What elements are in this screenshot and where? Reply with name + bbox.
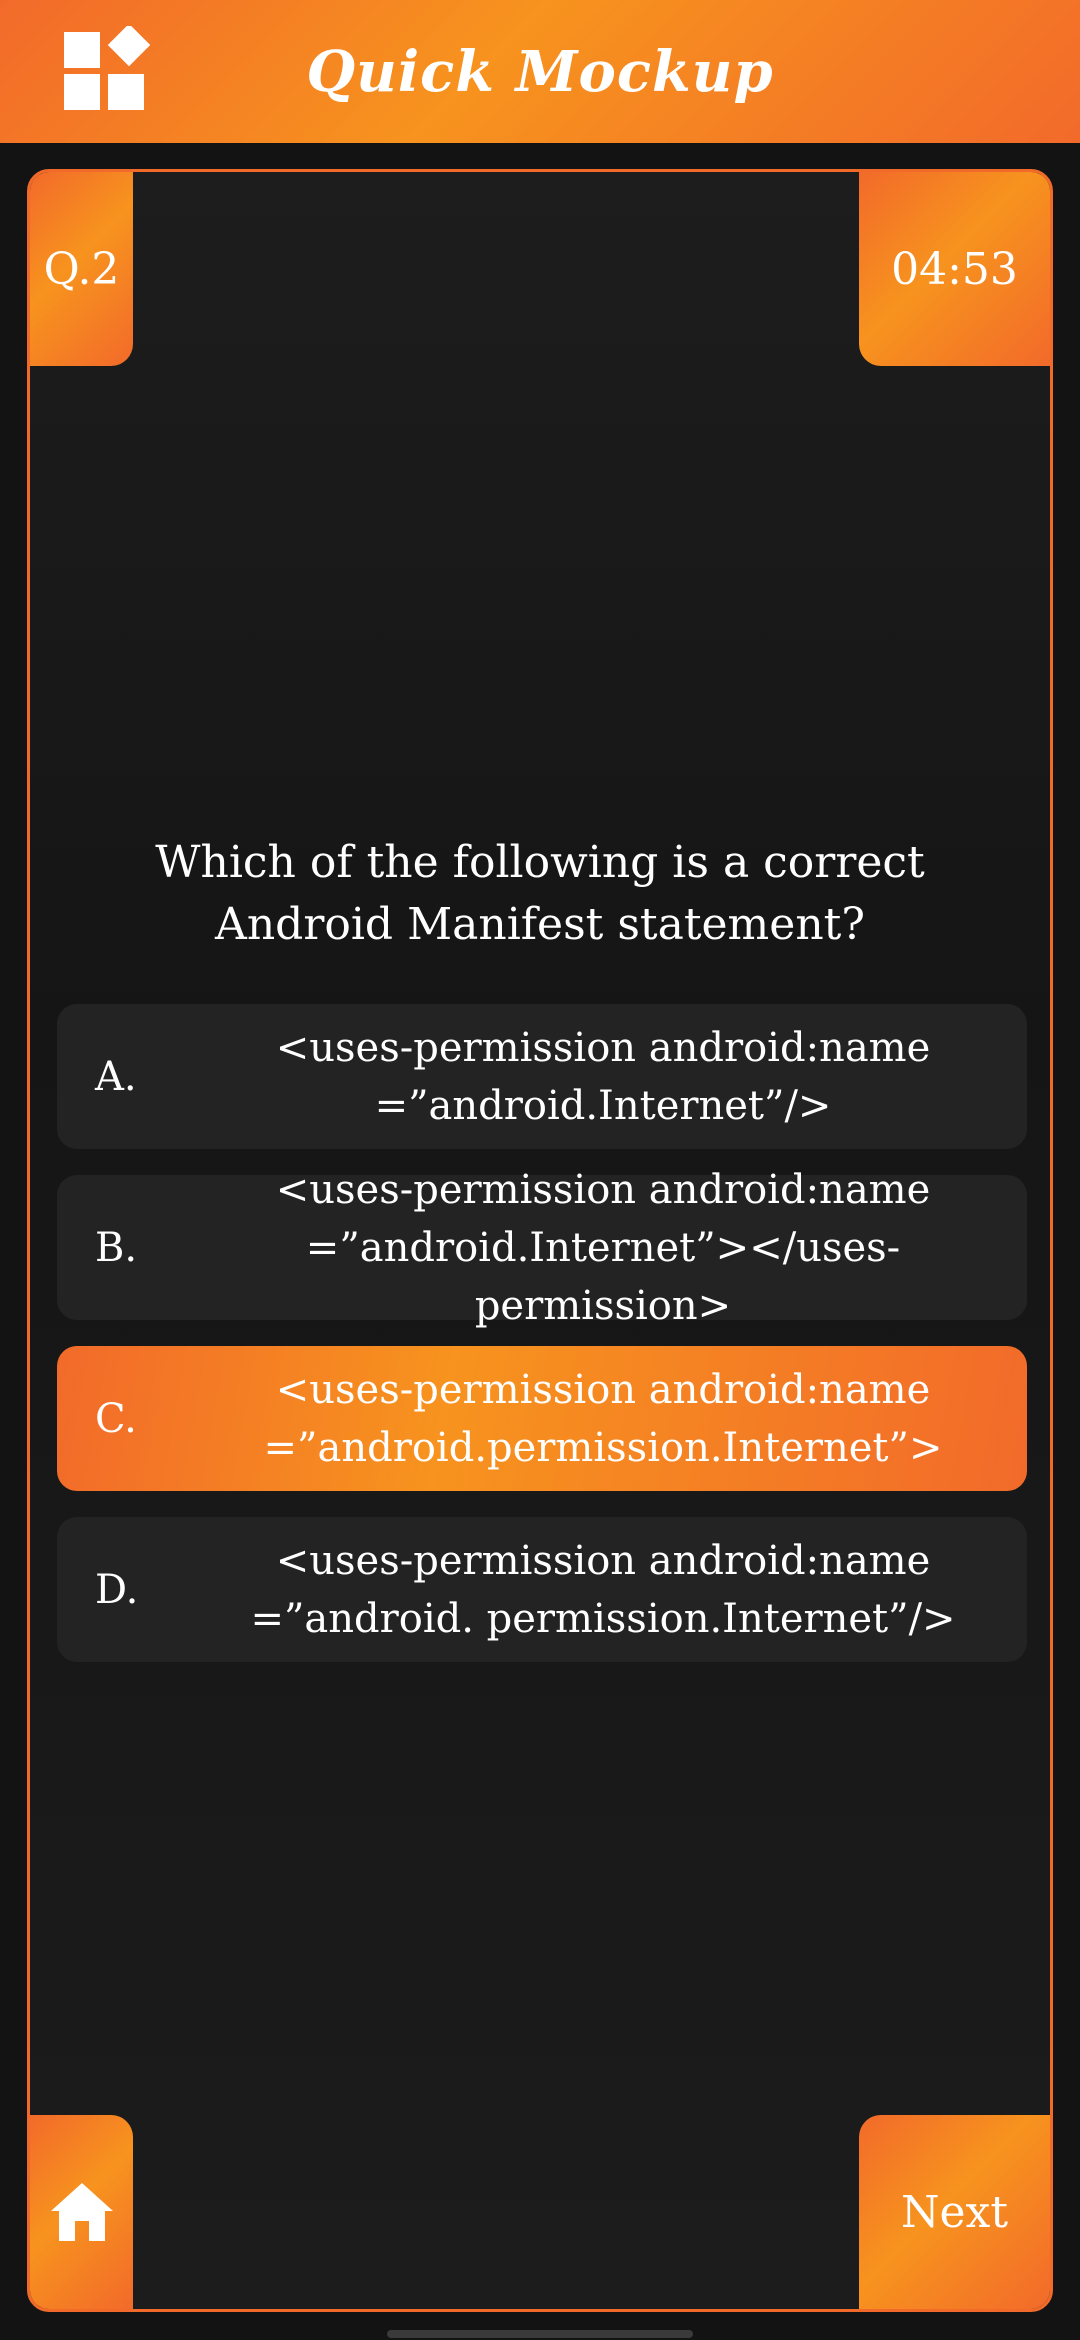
app-bar: Quick Mockup: [0, 0, 1080, 143]
timer: 04:53: [891, 243, 1018, 295]
next-label: Next: [900, 2186, 1009, 2238]
option-text: <uses-permission android:name =”android.…: [275, 1024, 931, 1129]
option-a[interactable]: A. <uses-permission android:name =”andro…: [57, 1004, 1027, 1149]
question-number: Q.2: [43, 243, 120, 295]
option-letter: D.: [95, 1566, 139, 1613]
home-button[interactable]: [30, 2115, 133, 2309]
option-letter: C.: [95, 1395, 137, 1442]
widgets-icon: [62, 23, 152, 112]
option-text: <uses-permission android:name =”android.…: [263, 1366, 943, 1471]
next-button[interactable]: Next: [859, 2115, 1050, 2309]
question-text: Which of the following is a correct Andr…: [155, 837, 925, 950]
option-c[interactable]: C. <uses-permission android:name =”andro…: [57, 1346, 1027, 1491]
option-b[interactable]: B. <uses-permission android:name =”andro…: [57, 1167, 1027, 1329]
option-d[interactable]: D. <uses-permission android:name =”andro…: [57, 1517, 1027, 1662]
option-text: <uses-permission android:name =”android.…: [250, 1537, 956, 1642]
option-letter: A.: [95, 1053, 137, 1100]
option-letter: B.: [95, 1224, 138, 1271]
timer-badge: 04:53: [859, 172, 1050, 366]
option-text: <uses-permission android:name =”android.…: [275, 1166, 931, 1329]
app-title: Quick Mockup: [306, 38, 774, 105]
home-indicator: [387, 2330, 693, 2338]
quiz-card: Q.2 04:53 Which of the following is a co…: [27, 169, 1053, 2312]
question-number-badge: Q.2: [30, 172, 133, 366]
home-icon: [50, 2183, 113, 2241]
